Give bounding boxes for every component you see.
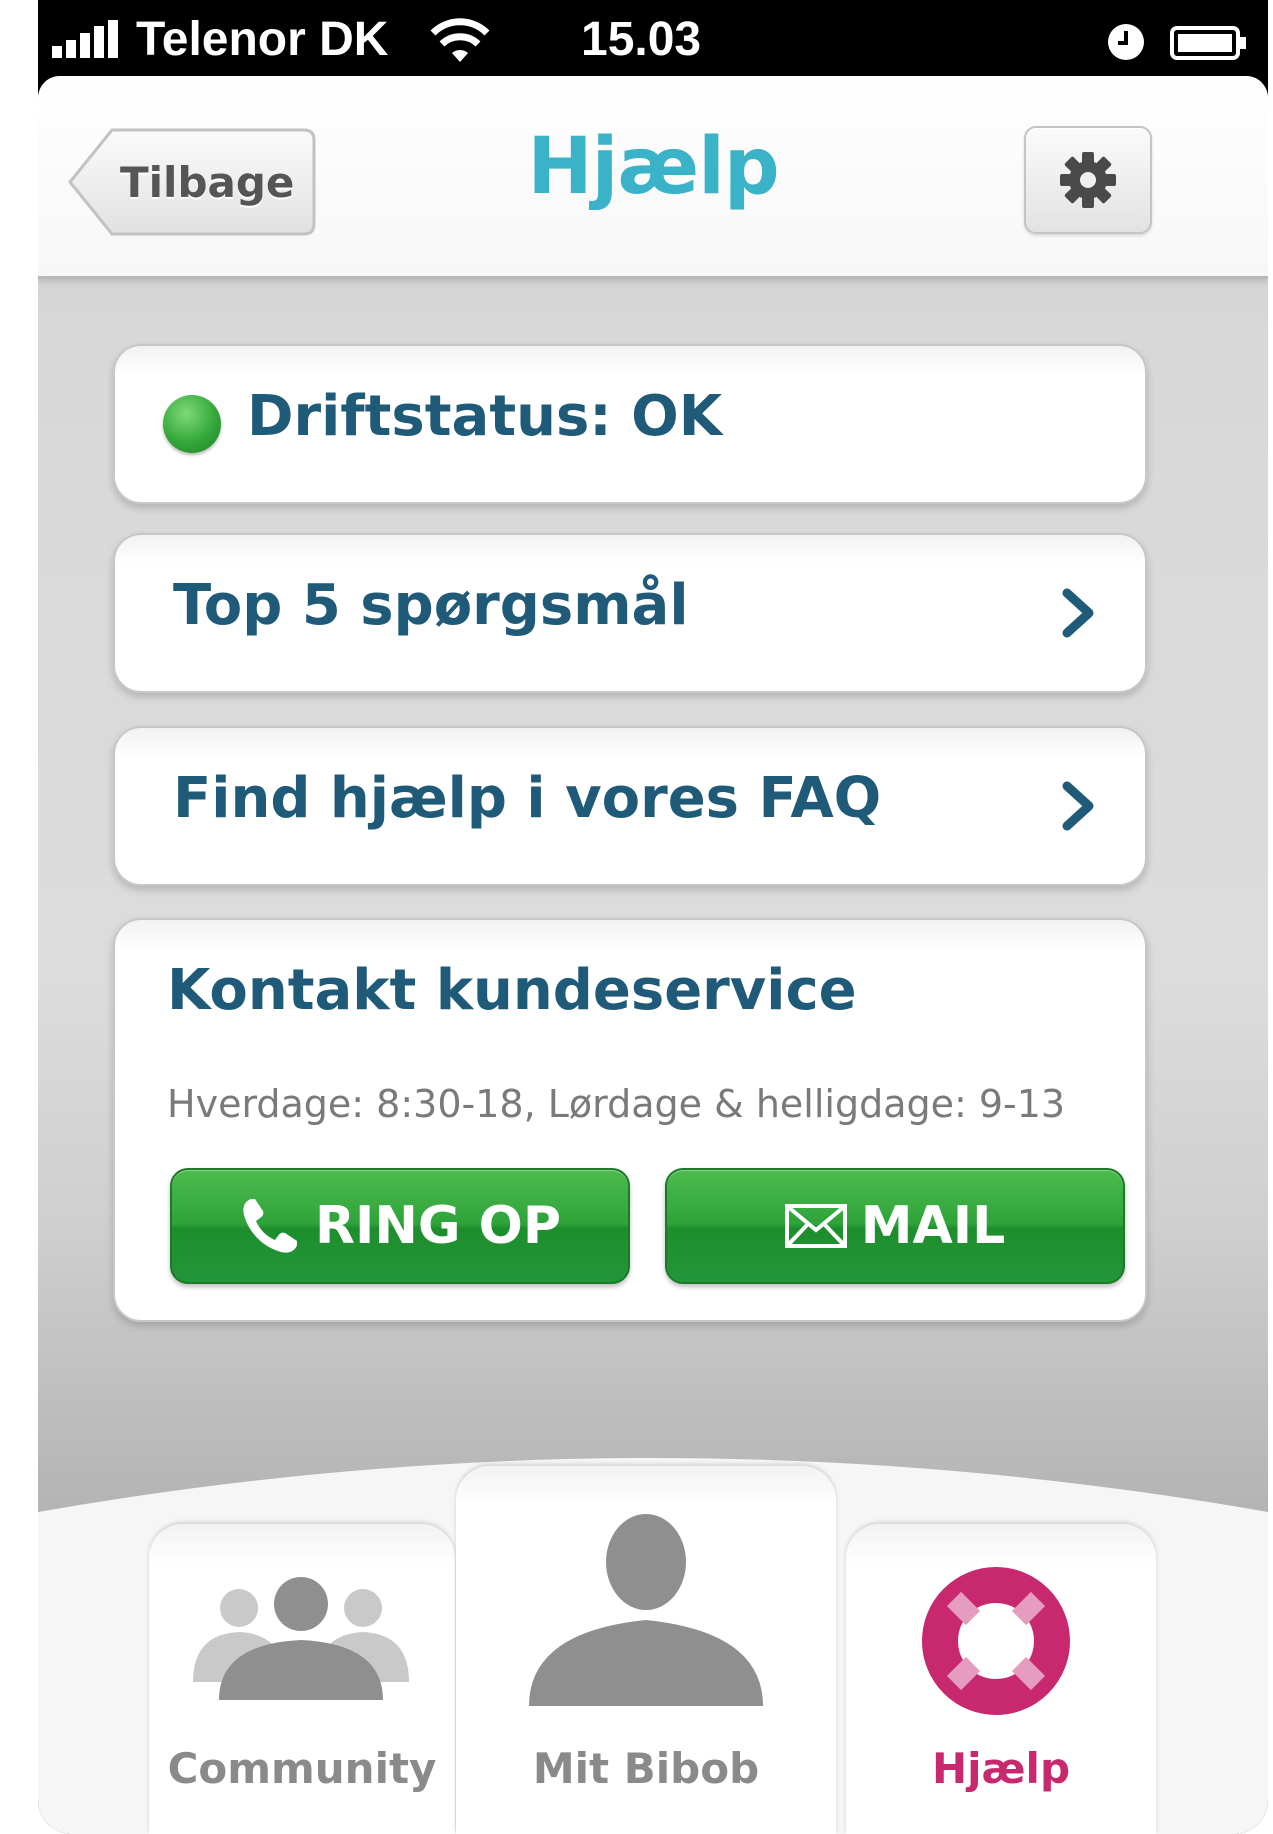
faq-item[interactable]: Find hjælp i vores FAQ	[113, 726, 1147, 886]
navigation-bar: Tilbage Hjælp	[38, 76, 1268, 279]
tab-help[interactable]: Hjælp	[846, 1524, 1156, 1834]
person-icon	[529, 1514, 763, 1706]
alarm-icon	[1108, 24, 1144, 60]
top-5-questions-label: Top 5 spørgsmål	[173, 573, 689, 638]
battery-icon	[1170, 26, 1246, 60]
app-screen: Tilbage Hjælp Driftstatus: OK Top 5 spør…	[38, 76, 1268, 1834]
gear-icon	[1060, 152, 1116, 208]
mail-button-label: MAIL	[860, 1196, 1006, 1256]
community-icon	[193, 1577, 409, 1700]
envelope-icon	[784, 1204, 847, 1248]
chevron-right-icon	[1062, 781, 1094, 831]
call-button[interactable]: RING OP	[170, 1168, 630, 1284]
contact-card: Kontakt kundeservice Hverdage: 8:30-18, …	[113, 918, 1147, 1322]
service-status-card: Driftstatus: OK	[113, 344, 1147, 504]
carrier-name: Telenor DK	[136, 13, 389, 66]
opening-hours: Hverdage: 8:30-18, Lørdage & helligdage:…	[167, 1082, 1066, 1126]
phone-icon	[243, 1199, 297, 1253]
chevron-right-icon	[1062, 588, 1094, 638]
contact-title: Kontakt kundeservice	[167, 958, 857, 1023]
wifi-icon	[430, 18, 490, 62]
tab-community[interactable]: Community	[149, 1524, 455, 1834]
signal-icon	[52, 20, 118, 58]
tab-community-label: Community	[167, 1744, 437, 1793]
service-status-label: Driftstatus: OK	[247, 384, 723, 449]
tab-mit-bibob-label: Mit Bibob	[532, 1744, 760, 1793]
clock: 15.03	[581, 13, 702, 66]
settings-button[interactable]	[1024, 126, 1152, 234]
mail-button[interactable]: MAIL	[665, 1168, 1125, 1284]
tab-mit-bibob[interactable]: Mit Bibob	[456, 1466, 836, 1834]
status-bar: Telenor DK 15.03	[38, 0, 1268, 80]
top-5-questions-item[interactable]: Top 5 spørgsmål	[113, 533, 1147, 693]
status-indicator-dot	[163, 395, 221, 453]
call-button-label: RING OP	[314, 1196, 561, 1256]
tab-help-label: Hjælp	[931, 1744, 1071, 1793]
faq-label: Find hjælp i vores FAQ	[173, 766, 882, 831]
lifebuoy-icon	[922, 1567, 1070, 1715]
phone-frame: Telenor DK 15.03 Tilbage Hjælp Driftstat…	[38, 0, 1268, 1834]
